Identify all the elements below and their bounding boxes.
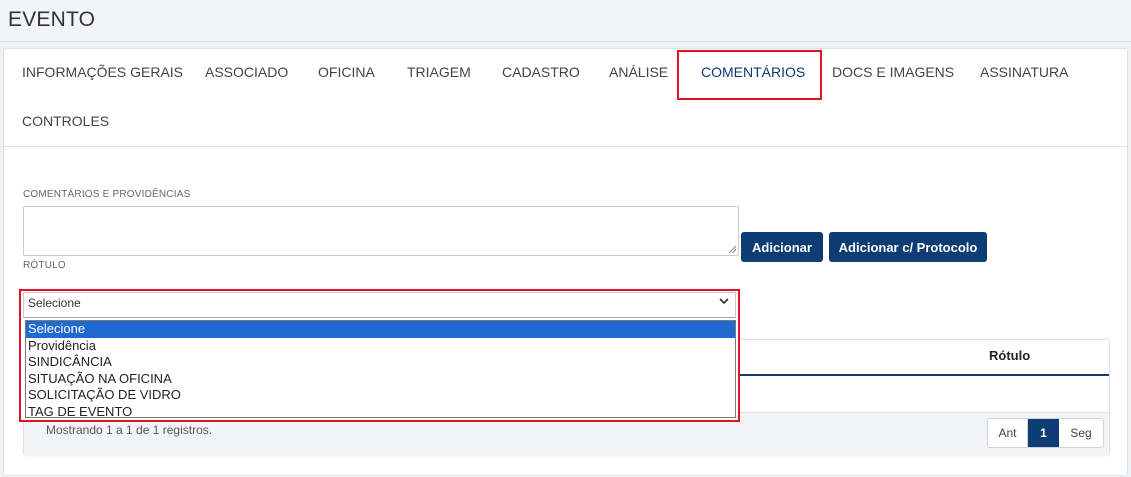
tab-controles[interactable]: CONTROLES bbox=[22, 113, 109, 129]
event-card: INFORMAÇÕES GERAIS ASSOCIADO OFICINA TRI… bbox=[3, 48, 1128, 476]
tab-cadastro[interactable]: CADASTRO bbox=[502, 64, 580, 80]
chevron-down-icon[interactable] bbox=[719, 296, 729, 309]
tab-bar: INFORMAÇÕES GERAIS ASSOCIADO OFICINA TRI… bbox=[4, 49, 1127, 147]
tab-docs-e-imagens[interactable]: DOCS E IMAGENS bbox=[832, 64, 954, 80]
tab-comentarios[interactable]: COMENTÁRIOS bbox=[701, 64, 805, 80]
label-select-highlight-frame: Selecione Selecione Providência SINDICÂN… bbox=[19, 289, 740, 422]
column-header-rotulo: Rótulo bbox=[989, 348, 1031, 363]
label-select[interactable]: Selecione bbox=[23, 292, 736, 318]
tab-informacoes-gerais[interactable]: INFORMAÇÕES GERAIS bbox=[22, 64, 183, 80]
label-select-value: Selecione bbox=[28, 296, 81, 310]
option-selecione[interactable]: Selecione bbox=[26, 321, 735, 338]
pagination: Ant 1 Seg bbox=[987, 418, 1104, 448]
option-situacao-na-oficina[interactable]: SITUAÇÃO NA OFICINA bbox=[26, 371, 735, 388]
option-sindicancia[interactable]: SINDICÂNCIA bbox=[26, 354, 735, 371]
tab-oficina[interactable]: OFICINA bbox=[318, 64, 375, 80]
records-info: Mostrando 1 a 1 de 1 registros. bbox=[46, 423, 213, 437]
add-with-protocol-button[interactable]: Adicionar c/ Protocolo bbox=[829, 232, 987, 262]
option-providencia[interactable]: Providência bbox=[26, 338, 735, 355]
tab-analise[interactable]: ANÁLISE bbox=[609, 64, 668, 80]
option-tag-de-evento[interactable]: TAG DE EVENTO bbox=[26, 404, 735, 421]
pagination-next-button[interactable]: Seg bbox=[1059, 419, 1103, 447]
tab-triagem[interactable]: TRIAGEM bbox=[407, 64, 471, 80]
pagination-prev-button[interactable]: Ant bbox=[988, 419, 1028, 447]
resize-grip-icon[interactable] bbox=[729, 246, 736, 253]
comments-label: COMENTÁRIOS E PROVIDÊNCIAS bbox=[23, 189, 191, 200]
label-options-list: Selecione Providência SINDICÂNCIA SITUAÇ… bbox=[25, 320, 736, 421]
label-field-label: RÓTULO bbox=[23, 260, 66, 271]
page-header: EVENTO bbox=[0, 0, 1131, 42]
comments-textarea[interactable] bbox=[23, 206, 739, 256]
tab-assinatura[interactable]: ASSINATURA bbox=[980, 64, 1068, 80]
pagination-page-1[interactable]: 1 bbox=[1028, 419, 1059, 447]
option-solicitacao-de-vidro[interactable]: SOLICITAÇÃO DE VIDRO bbox=[26, 387, 735, 404]
tab-associado[interactable]: ASSOCIADO bbox=[205, 64, 288, 80]
page-title: EVENTO bbox=[8, 8, 96, 31]
add-button[interactable]: Adicionar bbox=[741, 232, 823, 262]
